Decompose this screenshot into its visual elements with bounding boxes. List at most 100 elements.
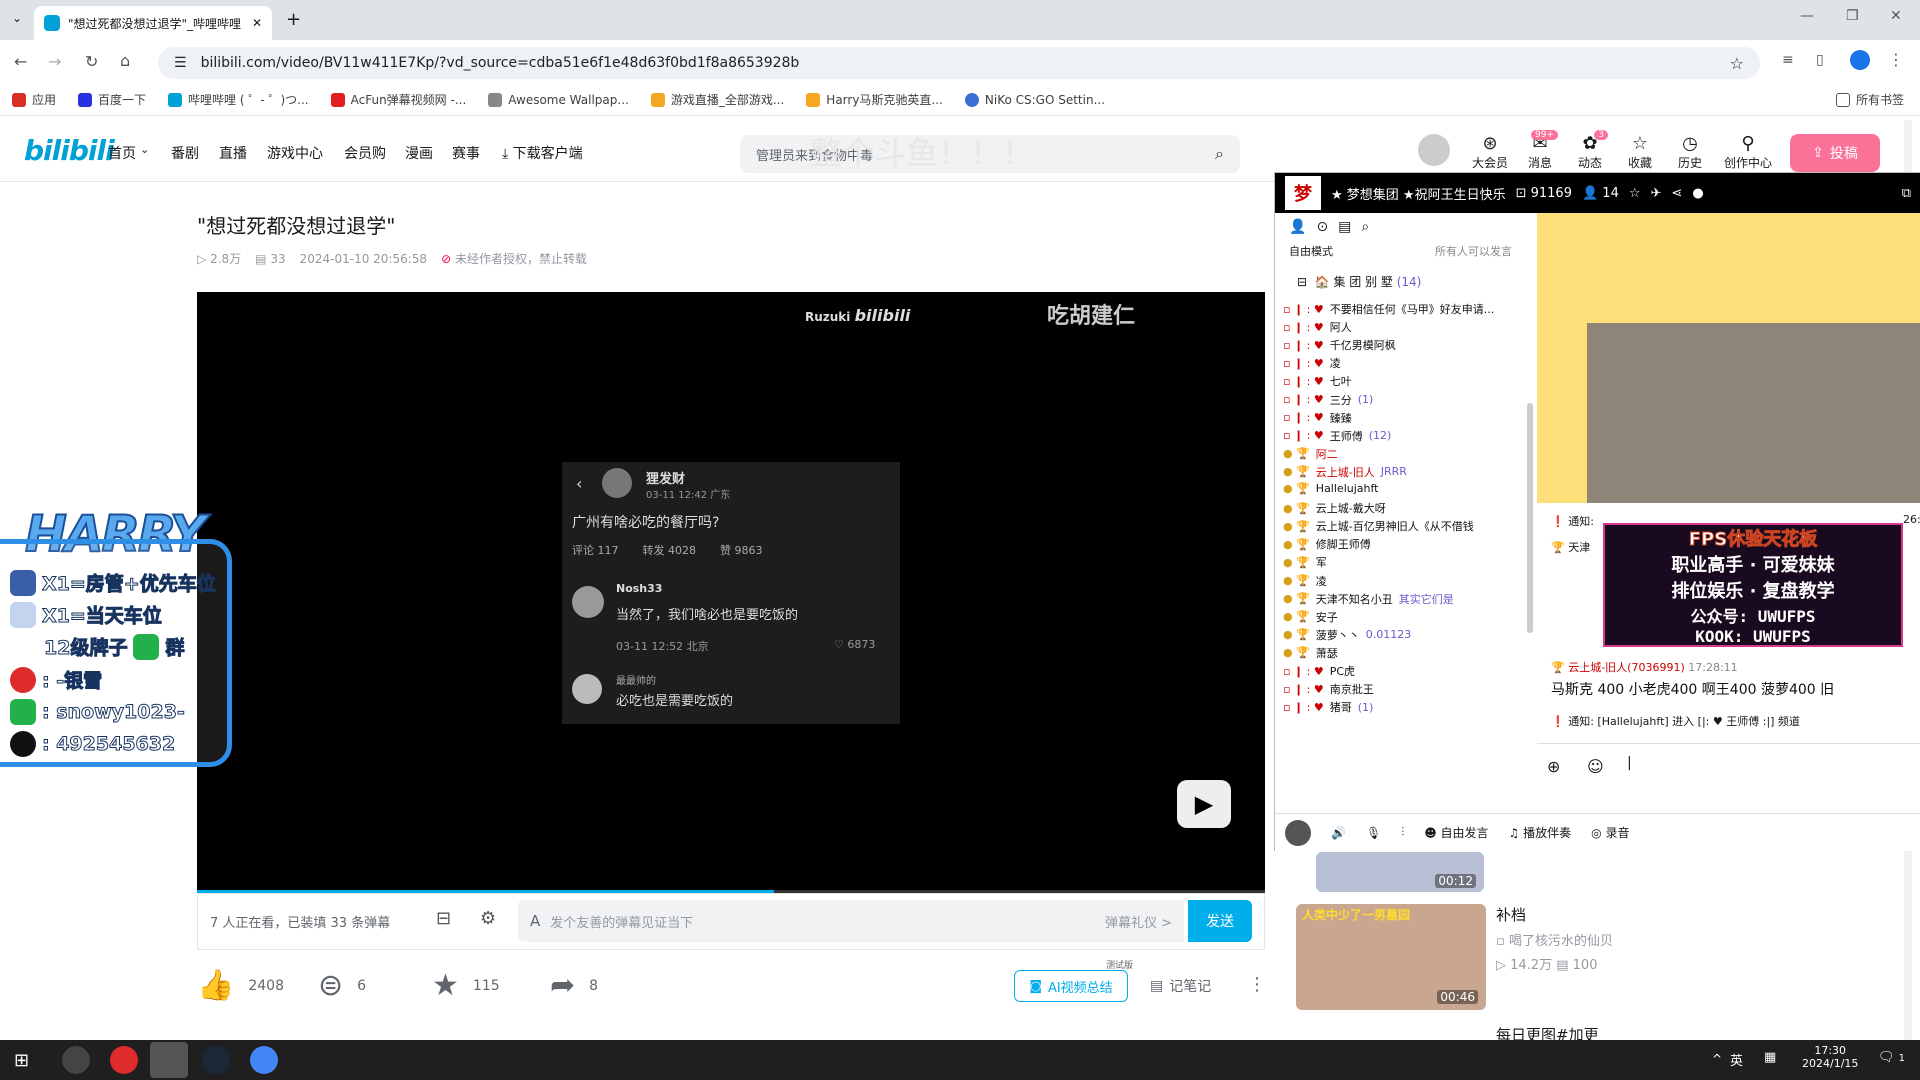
ai-summary-button[interactable]: ◙ AI视频总结 [1014,970,1128,1002]
bookmark-games[interactable]: 游戏直播_全部游戏... [650,91,784,108]
all-bookmarks[interactable]: 所有书签 [1835,91,1904,108]
notification-icon[interactable]: 🗨 1 [1878,1050,1905,1065]
favorites-button[interactable]: ☆ 收藏 [1620,134,1660,171]
tree-item[interactable]: ▫ ❙ : ♥ PC虎 [1283,663,1355,679]
gamepad-icon[interactable]: ⊕ [1547,757,1560,776]
upload-button[interactable]: ⇪ 投稿 [1790,134,1880,172]
tree-item[interactable]: ● 🏆 菠萝丶丶 0.01123 [1283,627,1411,643]
restore-icon[interactable]: ❐ [1846,8,1859,24]
bookmark-wallpaper[interactable]: Awesome Wallpap... [488,92,629,107]
nav-download[interactable]: ⤓ 下载客户端 [502,143,583,163]
omnibox[interactable]: ☰ bilibili.com/video/BV11w411E7Kp/?vd_so… [158,47,1760,79]
danmaku-input[interactable]: A 发个友善的弹幕见证当下 弹幕礼仪 > [518,900,1184,942]
nav-game-center[interactable]: 游戏中心 [267,143,323,163]
danmaku-toggle-icon[interactable]: ⊟ [436,908,451,929]
browser-tab[interactable]: "想过死都没想过退学"_哔哩哔哩 ✕ [34,6,272,40]
tree-item[interactable]: ● 🏆 萧瑟 [1283,645,1338,661]
tree-item[interactable]: ● 🏆 军 [1283,554,1327,570]
favorite-button[interactable]: ★ 115 [432,968,500,1003]
tree-item[interactable]: ● 🏆 天津不知名小丑 其实它们是 [1283,591,1454,607]
nav-live[interactable]: 直播 [219,143,247,163]
reload-icon[interactable]: ↻ [85,52,98,71]
send-button[interactable]: 发送 [1188,900,1252,942]
tree-item[interactable]: ● 🏆 修脚王师傅 [1283,536,1371,552]
tree-item[interactable]: ▫ ❙ : ♥ 王师傅 (12) [1283,428,1391,444]
nav-anime[interactable]: 番剧 [171,143,199,163]
tray-expand-icon[interactable]: ^ [1712,1052,1722,1066]
bookmark-baidu[interactable]: 百度一下 [78,91,146,108]
tree-item[interactable]: ▫ ❙ : ♥ 不要相信任何《马甲》好友申请... [1283,301,1494,317]
obs-icon[interactable] [62,1046,90,1074]
site-info-icon[interactable]: ☰ [174,55,187,71]
tree-item[interactable]: ▫ ❙ : ♥ 阿人 [1283,319,1352,335]
sidepanel-icon[interactable]: ▯ [1816,52,1824,68]
rec-thumb-2[interactable]: 人类中少了一男墓园 00:46 [1296,904,1486,1010]
new-tab-button[interactable]: + [286,9,301,30]
tree-item[interactable]: ▫ ❙ : ♥ 南京批王 [1283,681,1374,697]
nav-comic[interactable]: 漫画 [405,143,433,163]
search-icon[interactable]: ⌕ [1215,144,1224,164]
tree-item[interactable]: ▫ ❙ : ♥ 凌 [1283,355,1341,371]
equalizer-icon[interactable]: ⫶ [1401,825,1404,840]
tree-item[interactable]: ▫ ❙ : ♥ 七叶 [1283,373,1352,389]
bilibili-logo[interactable]: bilibili [24,134,115,167]
history-button[interactable]: ◷ 历史 [1670,134,1710,171]
tree-item[interactable]: ▫ ❙ : ♥ 三分 (1) [1283,392,1373,408]
user-icon[interactable]: 👤 [1289,219,1306,235]
chat-input[interactable]: | [1627,755,1907,779]
bookmark-harry[interactable]: Harry马斯克驰英直... [806,91,943,108]
steam-icon[interactable] [202,1046,230,1074]
home-icon[interactable]: ⌂ [120,51,130,70]
rec-title-2[interactable]: 补档 [1496,904,1526,925]
self-avatar[interactable] [1285,819,1311,846]
nav-home[interactable]: 首页 [108,143,136,163]
play-button[interactable]: ▶ [1177,780,1231,828]
keyboard-icon[interactable]: ▦ [1764,1050,1776,1065]
tree-item[interactable]: ● 🏆 云上城-戴大呀 [1283,500,1386,516]
tree-item[interactable]: ▫ ❙ : ♥ 千亿男模阿枫 [1283,337,1396,353]
search-icon[interactable]: ⌕ [1361,219,1369,235]
tree-item[interactable]: ● 🏆 云上城-旧人 JRRR [1283,464,1407,480]
tree-item[interactable]: ● 🏆 安子 [1283,609,1338,625]
douyu-active-icon[interactable] [150,1042,188,1078]
plane-icon[interactable]: ✈ [1651,186,1662,201]
record-button[interactable]: ◎ 录音 [1591,824,1629,841]
user-avatar[interactable] [1418,134,1450,166]
group-header[interactable]: ⊟ 🏠 集 团 别 墅 (14) [1297,273,1421,290]
expand-icon[interactable]: ⧉ [1902,186,1911,201]
chrome-icon[interactable] [250,1046,278,1074]
tree-scrollbar[interactable] [1527,403,1533,633]
star-icon[interactable]: ☆ [1629,186,1641,201]
rec-thumb-1[interactable]: 00:12 [1316,852,1484,892]
share-button[interactable]: ➦ 8 [550,968,598,1003]
message-button[interactable]: ✉ 消息 99+ [1520,130,1560,171]
bookmark-acfun[interactable]: AcFun弹幕视频网 -... [330,91,466,108]
tree-item[interactable]: ● 🏆 阿二 [1283,446,1338,462]
location-icon[interactable]: ⊙ [1316,219,1328,235]
tree-item[interactable]: ● 🏆 Hallelujahft [1283,482,1378,495]
menu-dots-icon[interactable]: ⋮ [1888,50,1904,69]
tree-item[interactable]: ● 🏆 云上城-百亿男神旧人《从不借钱 [1283,518,1474,534]
speaker-icon[interactable]: 🔊 [1331,826,1346,840]
emoji-icon[interactable]: ☺ [1587,757,1604,776]
creator-center-button[interactable]: ⚲ 创作中心 [1722,134,1774,171]
info-icon[interactable]: ● [1692,186,1703,201]
notes-button[interactable]: ▤ 记笔记 [1150,976,1211,996]
coin-button[interactable]: ⊜ 6 [318,968,366,1003]
back-icon[interactable]: ← [14,52,27,71]
clock[interactable]: 17:30 2024/1/15 [1802,1044,1858,1070]
windows-start-icon[interactable]: ⊞ [14,1050,29,1071]
vip-button[interactable]: ⊛ 大会员 [1470,134,1510,171]
profile-avatar[interactable] [1850,50,1870,70]
font-style-icon[interactable]: A [530,912,540,930]
nav-esports[interactable]: 赛事 [452,143,480,163]
tab-list-icon[interactable]: ⌄ [12,11,22,25]
close-window-icon[interactable]: ✕ [1890,8,1902,24]
forward-icon[interactable]: → [48,52,61,71]
tree-item[interactable]: ▫ ❙ : ♥ 猪哥 (1) [1283,699,1373,715]
tree-item[interactable]: ▫ ❙ : ♥ 臻臻 [1283,410,1352,426]
nav-mall[interactable]: 会员购 [344,143,386,163]
more-icon[interactable]: ⋮ [1248,974,1266,995]
danmaku-etiquette-link[interactable]: 弹幕礼仪 > [1105,912,1172,931]
bookmark-bilibili[interactable]: 哔哩哔哩 ( ゜- ゜)つ... [168,91,309,108]
